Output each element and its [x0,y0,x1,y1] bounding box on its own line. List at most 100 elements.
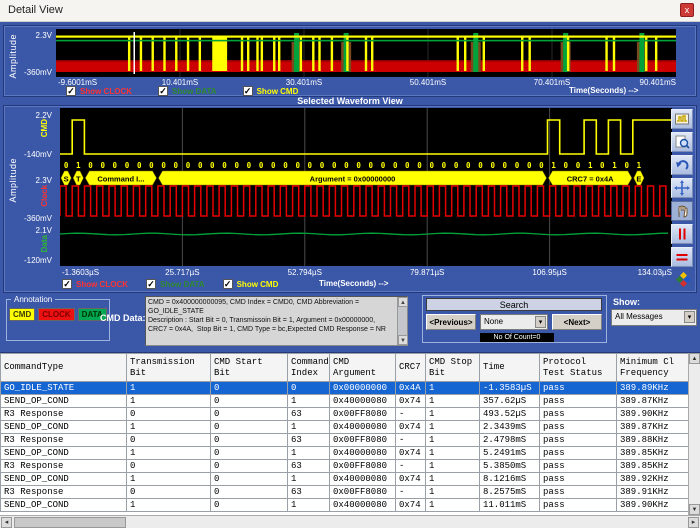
checkbox-label: Show DATA [172,87,217,96]
bit-label: 0 [137,161,142,170]
annotation-bubble-label: Command I... [97,175,144,184]
table-row[interactable]: R3 Response00630x00FF8080-1493.52µSpass3… [1,408,689,421]
overview-waveform-plot[interactable] [56,29,676,77]
clock-legend-chip: CLOCK [38,308,74,321]
selected-checkboxes: ✓Show CLOCK✓Show DATA✓Show CMD [62,278,278,290]
scroll-up-icon[interactable]: ▲ [689,353,700,364]
show-dropdown[interactable]: All Messages ▾ [611,309,697,326]
show-cmd-checkbox[interactable]: ✓Show CMD [243,86,299,96]
bit-label: 0 [271,161,276,170]
clock-axis-label: Clock [40,185,49,207]
table-row[interactable]: SEND_OP_COND1010x400000800x7418.1216mSpa… [1,473,689,486]
scroll-up-icon[interactable]: ▲ [398,297,408,307]
bit-label: 0 [454,161,459,170]
table-cell: 2.3439mS [480,421,540,434]
time-tick: 25.717µS [165,268,199,277]
undo-button[interactable] [671,155,693,175]
bit-label: 0 [564,161,569,170]
show-clock-checkbox[interactable]: ✓Show CLOCK [62,279,128,289]
data-ytick-top: 2.1V [6,226,52,235]
bit-label: 0 [527,161,532,170]
chevron-down-icon[interactable]: ▾ [684,311,695,323]
table-cell: 5.3850mS [480,460,540,473]
table-row[interactable]: SEND_OP_COND1010x400000800x74111.011mSpa… [1,499,689,512]
table-cell: 0 [211,421,288,434]
scroll-left-icon[interactable]: ◂ [1,517,12,528]
bit-label: 0 [222,161,227,170]
table-cell: 389.91KHz [617,486,689,499]
chevron-down-icon[interactable]: ▾ [535,316,546,328]
move-button[interactable] [671,178,693,198]
table-cell: 0 [127,434,211,447]
show-data-checkbox[interactable]: ✓Show DATA [146,279,205,289]
column-header: Minimum ClFrequency [617,354,689,382]
checkbox-check-icon[interactable]: ✓ [146,279,156,289]
scroll-down-icon[interactable]: ▼ [398,335,408,345]
column-header: CommandIndex [288,354,330,382]
bit-label: 0 [125,161,130,170]
cmd-data-box[interactable]: CMD = 0x400000000095, CMD Index = CMD0, … [145,296,408,346]
annotation-bubble-label: T [76,175,81,184]
table-cell: 11.011mS [480,499,540,512]
table-horizontal-scrollbar[interactable]: ◂ ▸ [0,515,700,528]
show-data-checkbox[interactable]: ✓ Show DATA [158,86,217,96]
selected-waveform-plot[interactable]: 0100000000000000000000000000000000000000… [60,108,672,266]
table-cell: 1 [127,382,211,395]
checkbox-check-icon[interactable]: ✓ [243,86,253,96]
table-cell: 389.89KHz [617,382,689,395]
cmd-axis-label: CMD [40,119,49,137]
zoom-button[interactable] [671,132,693,152]
data-axis-label: Data [40,235,49,252]
pan-hand-button[interactable] [671,201,693,221]
table-cell: 1 [288,447,330,460]
bit-label: 0 [259,161,264,170]
vertical-cursors-button[interactable] [671,224,693,244]
bit-label: 0 [88,161,93,170]
bit-label: 0 [161,161,166,170]
table-cell: 0 [211,447,288,460]
table-cell: pass [540,382,617,395]
table-cell: SEND_OP_COND [1,499,127,512]
table-cell: 0 [211,382,288,395]
table-row[interactable]: SEND_OP_COND1010x400000800x7412.3439mSpa… [1,421,689,434]
scroll-down-icon[interactable]: ▼ [689,504,700,515]
command-table: CommandTypeTransmissionBitCMD StartBitCo… [0,353,689,512]
table-row[interactable]: R3 Response00630x00FF8080-18.2575mSpass3… [1,486,689,499]
bit-label: 0 [295,161,300,170]
column-header: TransmissionBit [127,354,211,382]
table-cell: 63 [288,460,330,473]
waveform-fit-button[interactable] [671,109,693,129]
checkbox-check-icon[interactable]: ✓ [66,86,76,96]
table-row[interactable]: R3 Response00630x00FF8080-15.3850mSpass3… [1,460,689,473]
table-vertical-scrollbar[interactable]: ▲ ▼ [688,353,700,515]
scroll-right-icon[interactable]: ▸ [688,517,699,528]
bit-label: 1 [76,161,81,170]
checkbox-check-icon[interactable]: ✓ [223,279,233,289]
colors-button[interactable] [671,270,693,290]
table-row[interactable]: R3 Response00630x00FF8080-12.4798mSpass3… [1,434,689,447]
next-button[interactable]: <Next> [552,314,602,330]
table-cell: 0 [211,460,288,473]
table-cell: 63 [288,486,330,499]
show-cmd-checkbox[interactable]: ✓ Show CMD [223,279,279,289]
annotation-bubble-label: CRC7 = 0x4A [567,175,614,184]
selected-waveform-panel: 2.2V CMD -140mV Amplitude 2.3V Clock -36… [3,105,697,293]
table-row[interactable]: GO_IDLE_STATE1000x000000000x4A1-1.3583µS… [1,382,689,395]
checkbox-check-icon[interactable]: ✓ [158,86,168,96]
close-icon[interactable]: x [680,3,694,17]
table-cell: R3 Response [1,486,127,499]
scrollbar-thumb[interactable] [14,517,126,528]
search-filter-dropdown[interactable]: None ▾ [480,314,548,330]
bit-label: 0 [113,161,118,170]
checkbox-check-icon[interactable]: ✓ [62,279,72,289]
table-cell: - [396,408,426,421]
checkbox-label: Show CMD [237,280,279,289]
table-row[interactable]: SEND_OP_COND1010x400000800x7415.2491mSpa… [1,447,689,460]
table-cell: 493.52µS [480,408,540,421]
previous-button[interactable]: <Previous> [426,314,476,330]
bit-label: 0 [344,161,349,170]
horizontal-cursors-button[interactable] [671,247,693,267]
table-row[interactable]: SEND_OP_COND1010x400000800x741357.62µSpa… [1,395,689,408]
cmd-data-scrollbar[interactable]: ▲ ▼ [397,297,407,345]
show-clock-checkbox[interactable]: ✓Show CLOCK [66,86,132,96]
